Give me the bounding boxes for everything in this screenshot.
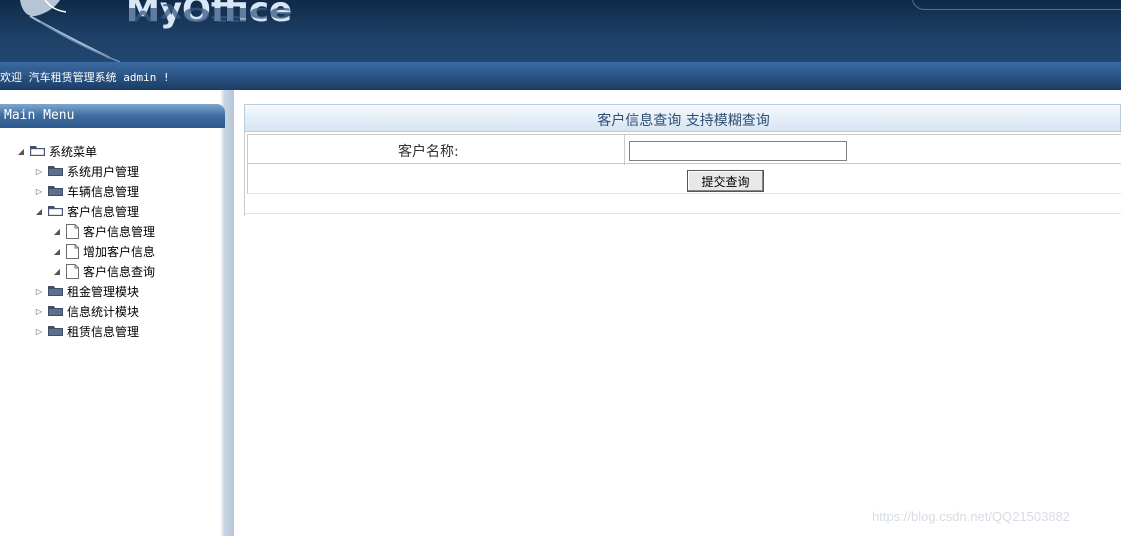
tree-node-system-menu[interactable]: ◢ 系统菜单: [16, 142, 97, 160]
form-row-submit: 提交查询: [247, 164, 1121, 194]
main-menu-title: Main Menu: [4, 108, 75, 123]
tree-node-label: 客户信息管理: [67, 204, 140, 219]
cell-divider: [624, 135, 625, 165]
tree-node-label: 车辆信息管理: [67, 184, 140, 199]
form-row-customer-name: 客户名称:: [247, 134, 1121, 165]
query-form: 客户信息查询 支持模糊查询 客户名称: 提交查询: [244, 104, 1121, 216]
folder-icon: [48, 305, 64, 317]
tree-node-vehicle-info[interactable]: ▷ 车辆信息管理: [34, 182, 139, 200]
form-table: 客户名称: 提交查询: [244, 132, 1121, 216]
tree-node-label: 租赁信息管理: [67, 324, 140, 339]
customer-name-input[interactable]: [629, 141, 847, 161]
leaf-arrow-icon: ◢: [53, 226, 61, 236]
tree-leaf-add-customer[interactable]: ◢ 增加客户信息: [52, 242, 155, 260]
tree-node-rent-module[interactable]: ▷ 租金管理模块: [34, 282, 139, 300]
tree-node-label: 系统用户管理: [67, 164, 140, 179]
folder-icon: [48, 285, 64, 297]
tree-node-label: 客户信息查询: [83, 264, 156, 279]
tree-node-label: 系统菜单: [49, 144, 98, 159]
tree-node-label: 信息统计模块: [67, 304, 140, 319]
tree-node-system-users[interactable]: ▷ 系统用户管理: [34, 162, 139, 180]
tree-node-label: 客户信息管理: [83, 224, 156, 239]
collapsed-arrow-icon[interactable]: ▷: [34, 187, 44, 196]
tree-leaf-customer-manage[interactable]: ◢ 客户信息管理: [52, 222, 155, 240]
document-icon: [66, 223, 79, 239]
form-title-bar: 客户信息查询 支持模糊查询: [244, 104, 1121, 132]
tree-node-label: 租金管理模块: [67, 284, 140, 299]
leaf-arrow-icon: ◢: [53, 266, 61, 276]
main-menu-header[interactable]: Main Menu: [0, 104, 225, 128]
folder-icon: [30, 145, 46, 157]
tree-node-lease-info[interactable]: ▷ 租赁信息管理: [34, 322, 139, 340]
watermark: https://blog.csdn.net/QQ21503882: [872, 509, 1071, 524]
app-header: MyOffice MyOffice: [0, 0, 1121, 62]
tree-node-statistics-module[interactable]: ▷ 信息统计模块: [34, 302, 139, 320]
tree-node-customer-info[interactable]: ◢ 客户信息管理: [34, 202, 139, 220]
document-icon: [66, 263, 79, 279]
logo-bird-icon: [20, 0, 121, 62]
submit-query-button[interactable]: 提交查询: [687, 170, 764, 192]
expanded-arrow-icon[interactable]: ◢: [34, 207, 44, 216]
tree-node-label: 增加客户信息: [83, 244, 156, 259]
folder-icon: [48, 185, 64, 197]
form-row-spacer: [245, 194, 1121, 214]
header-decoration: [912, 0, 1121, 10]
form-title: 客户信息查询 支持模糊查询: [597, 113, 770, 129]
sidebar: Main Menu ◢ 系统菜单 ▷ 系统用户管理 ▷ 车辆信息管理 ◢ 客户信…: [0, 90, 234, 536]
logo-reflection: MyOffice: [126, 3, 293, 25]
folder-open-icon: [48, 205, 64, 217]
leaf-arrow-icon: ◢: [53, 246, 61, 256]
collapsed-arrow-icon[interactable]: ▷: [34, 167, 44, 176]
collapsed-arrow-icon[interactable]: ▷: [34, 327, 44, 336]
customer-name-label: 客户名称:: [398, 144, 459, 160]
welcome-text: 欢迎 汽车租赁管理系统 admin !: [0, 71, 170, 84]
document-icon: [66, 243, 79, 259]
folder-icon: [48, 325, 64, 337]
collapsed-arrow-icon[interactable]: ▷: [34, 287, 44, 296]
welcome-bar: 欢迎 汽车租赁管理系统 admin !: [0, 62, 1121, 90]
tree-leaf-customer-query[interactable]: ◢ 客户信息查询: [52, 262, 155, 280]
collapsed-arrow-icon[interactable]: ▷: [34, 307, 44, 316]
expanded-arrow-icon[interactable]: ◢: [16, 147, 26, 156]
folder-icon: [48, 165, 64, 177]
